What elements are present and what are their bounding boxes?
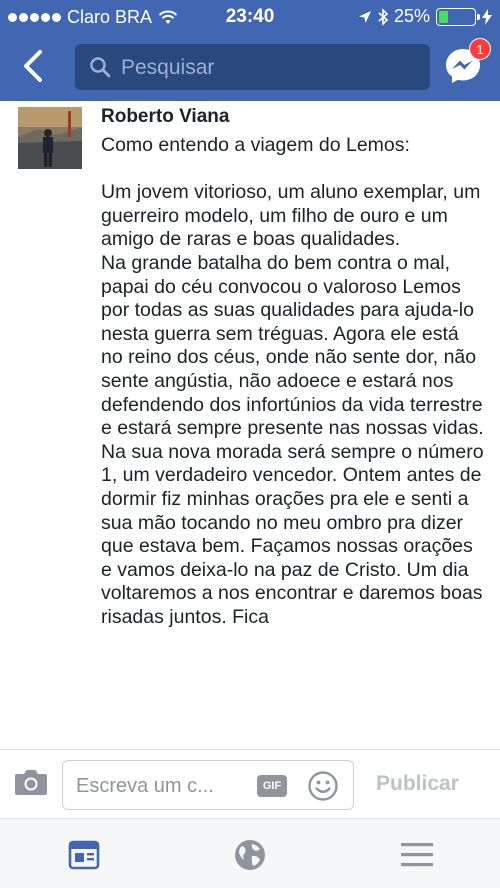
top-bar: Claro BRA 23:40 25% Pesquisar 1 xyxy=(0,0,500,101)
bluetooth-icon xyxy=(378,7,388,26)
publish-button[interactable]: Publicar xyxy=(376,772,459,796)
search-placeholder: Pesquisar xyxy=(121,56,215,79)
charging-icon xyxy=(482,8,492,25)
battery-icon xyxy=(436,7,480,26)
profile-photo xyxy=(18,107,82,169)
comment-composer: Escreva um c... GIF Publicar xyxy=(0,749,500,818)
tab-bar xyxy=(0,818,500,888)
emoji-button[interactable] xyxy=(307,770,339,807)
gif-button[interactable]: GIF xyxy=(257,775,287,797)
comment-placeholder: Escreva um c... xyxy=(76,775,214,797)
back-button[interactable] xyxy=(14,44,54,88)
menu-icon xyxy=(401,843,433,867)
comment-input[interactable]: Escreva um c... GIF xyxy=(62,760,354,810)
search-icon xyxy=(90,57,111,78)
tab-news-feed[interactable] xyxy=(64,835,104,875)
news-feed-icon xyxy=(68,840,100,870)
comment-body: Como entendo a viagem do Lemos: Um jovem… xyxy=(101,134,484,628)
notification-badge: 1 xyxy=(469,38,491,60)
comment-author[interactable]: Roberto Viana xyxy=(101,106,229,128)
camera-button[interactable] xyxy=(14,767,48,802)
emoji-icon xyxy=(308,771,338,801)
camera-icon xyxy=(15,770,47,795)
location-arrow-icon xyxy=(358,10,371,23)
search-input[interactable]: Pesquisar xyxy=(75,44,430,90)
globe-icon xyxy=(235,840,265,870)
battery-percent: 25% xyxy=(393,6,430,26)
status-bar: Claro BRA 23:40 25% xyxy=(0,0,500,34)
status-right: 25% xyxy=(358,6,492,27)
back-chevron-icon xyxy=(24,50,42,82)
tab-notifications[interactable] xyxy=(230,835,270,875)
avatar[interactable] xyxy=(18,107,82,169)
tab-menu[interactable] xyxy=(397,835,437,875)
